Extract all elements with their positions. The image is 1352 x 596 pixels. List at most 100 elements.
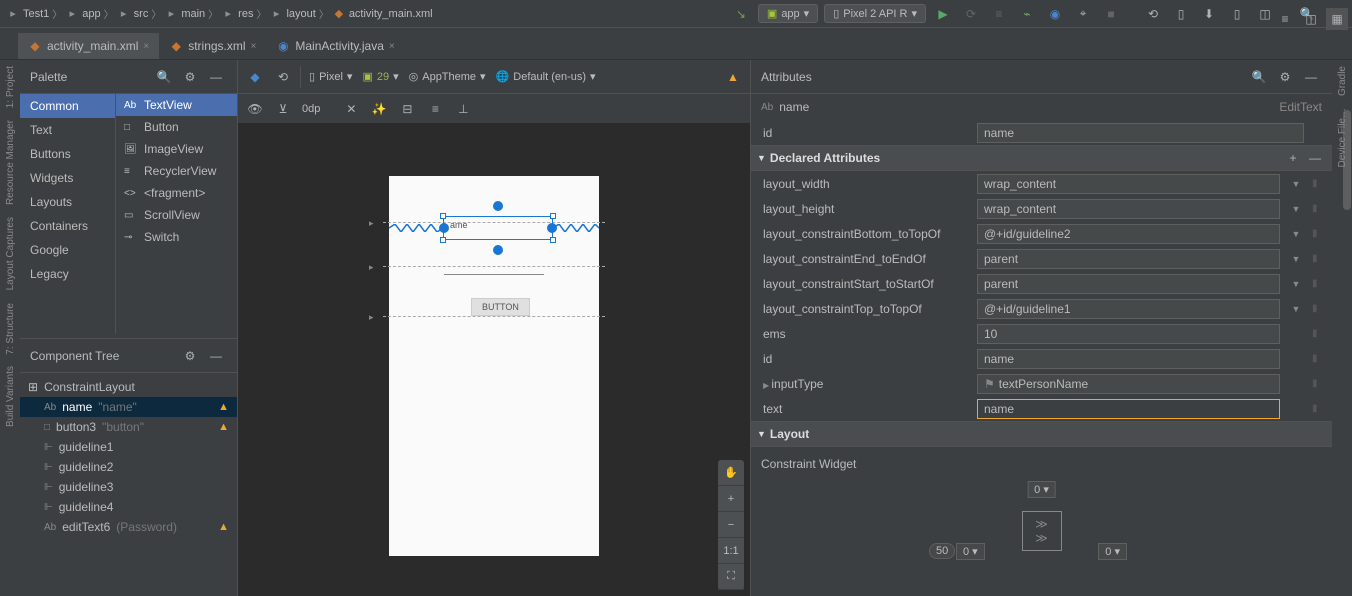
tool-window-button[interactable]: Device File… [1337, 102, 1348, 173]
guideline-handle-icon[interactable]: ▸ [369, 312, 374, 323]
infer-constraints-icon[interactable]: ✨ [368, 98, 390, 120]
attr-dropdown-icon[interactable]: ▼ [1288, 204, 1304, 214]
attach-icon[interactable]: ⌖ [1072, 3, 1094, 25]
attr-value-input[interactable]: @+id/guideline2 [977, 224, 1280, 244]
breadcrumb-item[interactable]: ▸src [117, 7, 149, 21]
attr-dropdown-icon[interactable]: ▼ [1288, 229, 1304, 239]
minimize-icon[interactable]: — [1300, 66, 1322, 88]
guideline-handle-icon[interactable]: ▸ [369, 262, 374, 273]
attr-indicator-icon[interactable]: ▮ [1312, 203, 1324, 214]
close-icon[interactable]: × [143, 41, 149, 52]
align-icon[interactable]: ≡ [424, 98, 446, 120]
attr-indicator-icon[interactable]: ▮ [1312, 403, 1324, 414]
gear-icon[interactable]: ⚙ [179, 66, 201, 88]
warning-icon[interactable]: ▲ [218, 421, 229, 433]
attr-value-input[interactable]: parent [977, 274, 1280, 294]
declared-attributes-header[interactable]: ▼ Declared Attributes + — [751, 145, 1332, 171]
zoom-in-icon[interactable]: + [718, 486, 744, 512]
attr-indicator-icon[interactable]: ▮ [1312, 278, 1324, 289]
attr-indicator-icon[interactable]: ▮ [1312, 378, 1324, 389]
palette-category[interactable]: Widgets [20, 166, 115, 190]
tree-node-root[interactable]: ⊞ConstraintLayout [20, 377, 237, 397]
attr-dropdown-icon[interactable]: ▼ [1288, 179, 1304, 189]
attr-dropdown-icon[interactable]: ▼ [1288, 279, 1304, 289]
cw-bias[interactable]: 50 [929, 543, 955, 559]
attr-value-input[interactable]: parent [977, 249, 1280, 269]
locale-dropdown[interactable]: 🌐 Default (en-us) ▾ [494, 70, 598, 83]
corner-handle[interactable] [440, 237, 446, 243]
constraint-box[interactable]: ≫≫ [1022, 511, 1062, 551]
search-icon[interactable]: 🔍 [153, 66, 175, 88]
design-canvas[interactable]: ▸ ▸ ▸ ame BUTTON [238, 124, 750, 596]
warning-icon[interactable]: ▲ [218, 521, 229, 533]
device-dropdown[interactable]: ▯ Pixel ▾ [307, 70, 354, 83]
resize-handle[interactable] [547, 223, 557, 233]
tool-window-button[interactable]: Layout Captures [5, 211, 16, 296]
breadcrumb-item[interactable]: ▸Test1 [6, 7, 49, 21]
guideline-icon[interactable]: ⊥ [452, 98, 474, 120]
constraint-diagram[interactable]: ≫≫ 0 ▾ 0 ▾ 0 ▾ 50 [761, 481, 1322, 581]
remove-icon[interactable]: — [1304, 147, 1326, 169]
profile-icon[interactable]: ◉ [1044, 3, 1066, 25]
corner-handle[interactable] [440, 213, 446, 219]
minimize-icon[interactable]: — [205, 66, 227, 88]
split-view-icon[interactable]: ◫ [1300, 8, 1322, 30]
palette-category[interactable]: Text [20, 118, 115, 142]
palette-category[interactable]: Legacy [20, 262, 115, 286]
surface-icon[interactable]: ◆ [244, 66, 266, 88]
breadcrumb-item[interactable]: ◆activity_main.xml [332, 7, 433, 21]
tool-window-button[interactable]: 7: Structure [5, 297, 16, 361]
run-config-combo[interactable]: ▣ app ▾ [758, 4, 818, 23]
cw-right-val[interactable]: 0 ▾ [1098, 543, 1127, 560]
resize-handle[interactable] [439, 223, 449, 233]
magnet-icon[interactable]: ⊻ [272, 98, 294, 120]
cw-top-val[interactable]: 0 ▾ [1027, 481, 1056, 498]
attr-value-input[interactable]: name [977, 123, 1304, 143]
attr-value-input[interactable]: wrap_content [977, 199, 1280, 219]
margin-dropdown[interactable]: 0dp [300, 103, 322, 115]
warning-icon[interactable]: ▲ [722, 66, 744, 88]
device-surface[interactable]: ▸ ▸ ▸ ame BUTTON [389, 176, 599, 556]
design-view-icon[interactable]: ▦ [1326, 8, 1348, 30]
theme-dropdown[interactable]: ◎ AppTheme ▾ [407, 70, 488, 83]
tool-window-button[interactable]: 1: Project [5, 60, 16, 114]
palette-category[interactable]: Buttons [20, 142, 115, 166]
attr-indicator-icon[interactable]: ▮ [1312, 303, 1324, 314]
tree-node[interactable]: ⊩guideline1 [20, 437, 237, 457]
guideline-handle-icon[interactable]: ▸ [369, 218, 374, 229]
palette-item[interactable]: ▭ScrollView [116, 204, 237, 226]
guideline-line[interactable]: ▸ [383, 316, 605, 317]
orientation-icon[interactable]: ⟲ [272, 66, 294, 88]
palette-category[interactable]: Containers [20, 214, 115, 238]
canvas-button[interactable]: BUTTON [471, 298, 530, 316]
attr-value-input[interactable]: name [977, 399, 1280, 419]
palette-category[interactable]: Common [20, 94, 115, 118]
editor-tab[interactable]: ◆activity_main.xml× [18, 33, 159, 59]
attr-indicator-icon[interactable]: ▮ [1312, 228, 1324, 239]
attr-indicator-icon[interactable]: ▮ [1312, 328, 1324, 339]
pack-icon[interactable]: ⊟ [396, 98, 418, 120]
search-icon[interactable]: 🔍 [1248, 66, 1270, 88]
close-icon[interactable]: × [251, 41, 257, 52]
tree-node[interactable]: □button3 "button"▲ [20, 417, 237, 437]
zoom-reset-icon[interactable]: ⛶ [718, 564, 744, 590]
palette-item[interactable]: ≡RecyclerView [116, 160, 237, 182]
breadcrumb-item[interactable]: ▸app [65, 7, 100, 21]
attr-value-input[interactable]: 10 [977, 324, 1280, 344]
attr-dropdown-icon[interactable]: ▼ [1288, 254, 1304, 264]
attr-value-input[interactable]: wrap_content [977, 174, 1280, 194]
corner-handle[interactable] [550, 237, 556, 243]
breadcrumb-item[interactable]: ▸layout [269, 7, 315, 21]
editor-tab[interactable]: ◆strings.xml× [159, 33, 266, 59]
device-target-combo[interactable]: ▯ Pixel 2 API R ▾ [824, 4, 926, 23]
sync-icon[interactable]: ⟲ [1142, 3, 1164, 25]
run-icon[interactable]: ▶ [932, 3, 954, 25]
apply-changes-icon[interactable]: ⟳ [960, 3, 982, 25]
tree-node[interactable]: Abname "name"▲ [20, 397, 237, 417]
selected-edittext[interactable]: ame [443, 216, 553, 240]
guideline-line[interactable]: ▸ [383, 266, 605, 267]
tree-node[interactable]: AbeditText6 (Password)▲ [20, 517, 237, 537]
attr-indicator-icon[interactable]: ▮ [1312, 253, 1324, 264]
resize-handle[interactable] [493, 201, 503, 211]
attr-value-input[interactable]: @+id/guideline1 [977, 299, 1280, 319]
